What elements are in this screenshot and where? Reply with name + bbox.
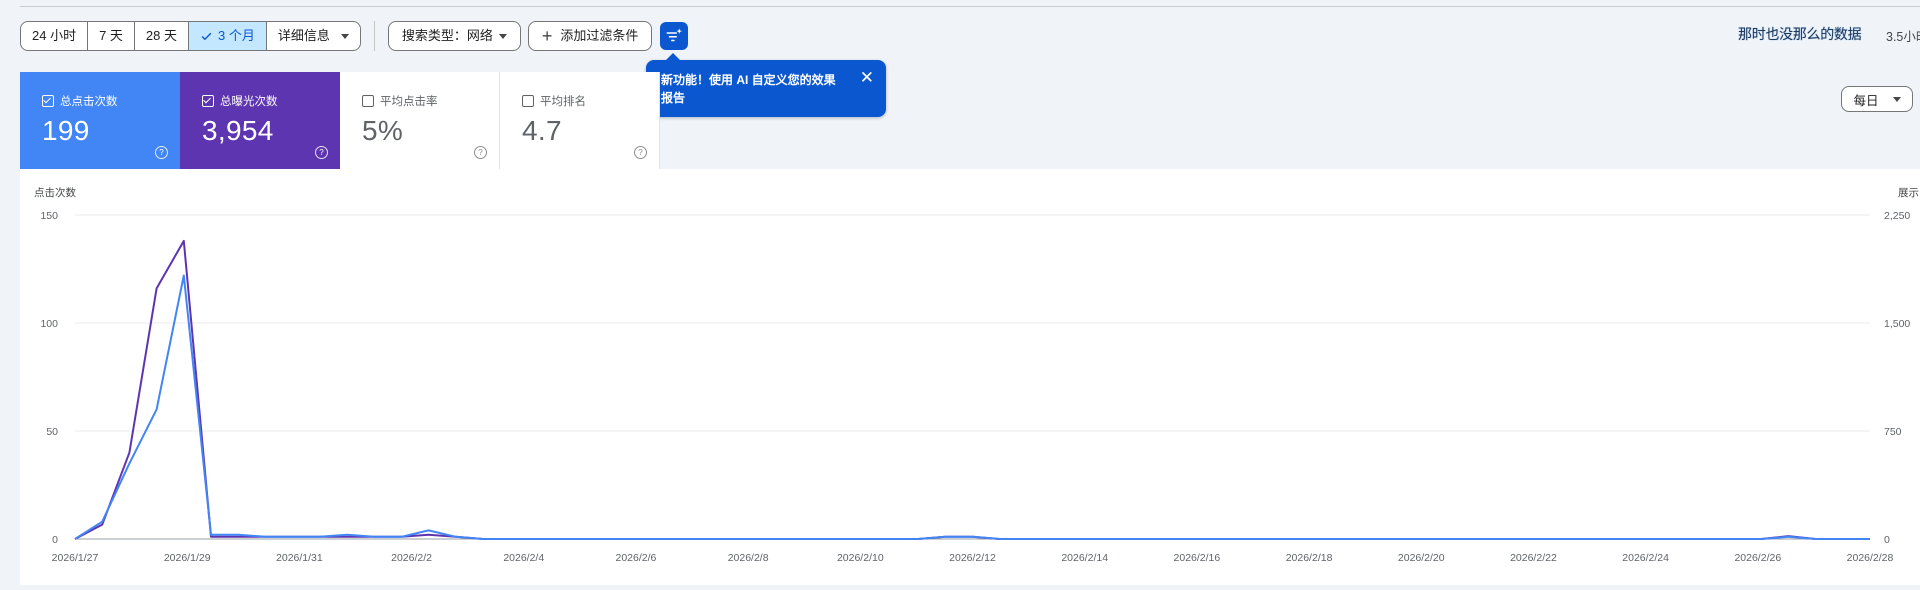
metric-card-clicks[interactable]: 总点击次数 199 ?	[20, 72, 180, 169]
add-filter-label: 添加过滤条件	[560, 28, 639, 43]
chart-svg: 点击次数 展示 150 2,250 100 1,500 50 750 0 0 2026/1/27 20…	[34, 186, 1919, 564]
x-tick-label: 2026/2/20	[1398, 552, 1445, 564]
checkbox-checked-icon[interactable]	[202, 95, 214, 107]
left-tick-label: 0	[52, 534, 58, 546]
x-tick-label: 2026/2/26	[1734, 552, 1781, 564]
toolbar: 24 小时 7 天 28 天 3 个月 详细信息 搜索类型：网络 + 添加过滤条…	[20, 21, 689, 51]
x-tick-label: 2026/2/22	[1510, 552, 1557, 564]
metric-title: 平均排名	[522, 93, 659, 109]
plus-icon: +	[541, 26, 553, 46]
update-notice: 那时也没那么的数据	[1738, 26, 1862, 42]
left-tick-label: 100	[40, 318, 58, 330]
top-divider	[20, 6, 1920, 7]
metric-card-ctr[interactable]: 平均点击率 5% ?	[340, 72, 500, 169]
right-tick-label: 2,250	[1884, 210, 1910, 222]
x-tick-label: 2026/1/29	[164, 552, 211, 564]
metric-label: 总点击次数	[60, 96, 118, 108]
metric-label: 总曝光次数	[220, 96, 278, 108]
range-24h-button[interactable]: 24 小时	[21, 22, 89, 50]
metric-value: 199	[42, 115, 90, 146]
checkbox-checked-icon[interactable]	[42, 95, 54, 107]
metric-value: 3,954	[202, 115, 274, 146]
add-filter-button[interactable]: + 添加过滤条件	[527, 21, 653, 51]
checkbox-unchecked-icon[interactable]	[522, 95, 534, 107]
x-tick-label: 2026/2/8	[728, 552, 769, 564]
range-28d-button[interactable]: 28 天	[135, 22, 189, 50]
x-tick-label: 2026/2/2	[391, 552, 432, 564]
x-tick-label: 2026/2/16	[1174, 552, 1221, 564]
x-tick-label: 2026/2/14	[1061, 552, 1108, 564]
details-dropdown[interactable]: 详细信息	[267, 22, 360, 50]
metric-card-position[interactable]: 平均排名 4.7 ?	[500, 72, 660, 169]
metric-label: 平均排名	[540, 96, 586, 108]
metric-title: 总曝光次数	[202, 93, 340, 109]
range-3m-label: 3 个月	[218, 28, 255, 43]
help-icon[interactable]: ?	[634, 146, 647, 159]
checkbox-unchecked-icon[interactable]	[362, 95, 374, 107]
help-icon[interactable]: ?	[315, 146, 328, 159]
ai-feature-tooltip: 新功能！使用 AI 自定义您的效果报告 ✕	[646, 53, 886, 117]
left-tick-label: 50	[46, 426, 58, 438]
search-type-dropdown[interactable]: 搜索类型：网络	[387, 21, 521, 51]
clicks-series-line	[74, 274, 1870, 540]
metric-value: 5%	[362, 115, 404, 146]
impressions-series-line	[74, 239, 1870, 540]
x-tick-label: 2026/1/31	[276, 552, 323, 564]
x-tick-label: 2026/2/4	[503, 552, 544, 564]
x-tick-label: 2026/2/6	[616, 552, 657, 564]
right-tick-label: 750	[1884, 426, 1902, 438]
x-tick-label: 2026/2/18	[1286, 552, 1333, 564]
x-tick-label: 2026/2/10	[837, 552, 884, 564]
ai-filter-button[interactable]	[660, 22, 689, 50]
chevron-down-icon	[498, 33, 507, 39]
metric-label: 平均点击率	[380, 96, 438, 108]
close-icon[interactable]: ✕	[860, 69, 874, 86]
left-tick-label: 150	[40, 210, 58, 222]
x-tick-label: 2026/2/28	[1847, 552, 1894, 564]
left-axis-label: 点击次数	[34, 186, 76, 199]
metric-card-impressions[interactable]: 总曝光次数 3,954 ?	[180, 72, 340, 169]
chevron-down-icon	[340, 33, 349, 39]
check-icon	[201, 32, 212, 40]
range-3m-button[interactable]: 3 个月	[189, 22, 267, 50]
right-tick-label: 0	[1884, 534, 1890, 546]
details-label: 详细信息	[277, 28, 330, 43]
help-icon[interactable]: ?	[474, 146, 487, 159]
toolbar-separator	[373, 21, 375, 51]
right-axis-label: 展示	[1898, 187, 1919, 199]
ai-filter-icon	[666, 28, 683, 42]
x-tick-label: 2026/2/12	[949, 552, 996, 564]
x-tick-label: 2026/2/24	[1622, 552, 1669, 564]
date-range-selector: 24 小时 7 天 28 天 3 个月 详细信息	[20, 21, 361, 51]
frequency-dropdown[interactable]: 每日	[1841, 86, 1913, 112]
x-tick-label: 2026/1/27	[52, 552, 99, 564]
range-7d-button[interactable]: 7 天	[88, 22, 135, 50]
right-tick-label: 1,500	[1884, 318, 1910, 330]
metric-title: 总点击次数	[42, 93, 180, 109]
performance-chart: 点击次数 展示 150 2,250 100 1,500 50 750 0 0 2026/1/27 20…	[20, 169, 1920, 585]
search-type-label: 搜索类型：网络	[401, 28, 493, 43]
update-time: 3.5小时	[1886, 30, 1920, 44]
frequency-label: 每日	[1853, 93, 1879, 108]
metric-title: 平均点击率	[362, 93, 499, 109]
help-icon[interactable]: ?	[155, 146, 168, 159]
metric-value: 4.7	[522, 115, 562, 146]
tooltip-text: 新功能！使用 AI 自定义您的效果报告	[661, 73, 836, 105]
chevron-down-icon	[1892, 96, 1901, 102]
